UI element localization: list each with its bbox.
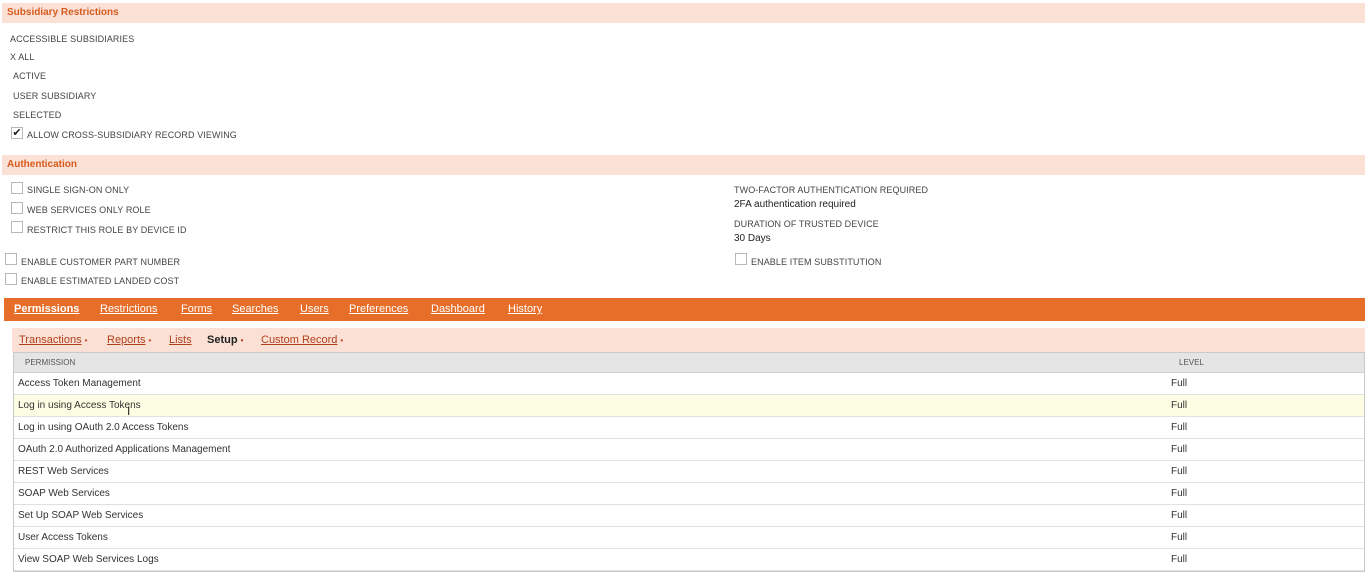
tab-forms[interactable]: Forms xyxy=(181,298,212,321)
table-row[interactable]: View SOAP Web Services Logs Full xyxy=(14,549,1364,571)
permission-cell: User Access Tokens xyxy=(18,532,108,543)
web-services-only-label: WEB SERVICES ONLY ROLE xyxy=(27,205,151,215)
two-factor-label: TWO-FACTOR AUTHENTICATION REQUIRED xyxy=(734,185,929,195)
tab-permissions[interactable]: Permissions xyxy=(14,298,79,321)
item-substitution-label: ENABLE ITEM SUBSTITUTION xyxy=(751,257,882,267)
accessible-subsidiaries-label: ACCESSIBLE SUBSIDIARIES xyxy=(10,34,135,44)
level-cell: Full xyxy=(1171,400,1188,411)
table-row[interactable]: REST Web Services Full xyxy=(14,461,1364,483)
tab-searches[interactable]: Searches xyxy=(232,298,278,321)
permission-cell: Set Up SOAP Web Services xyxy=(18,510,144,521)
bullet-icon: • xyxy=(84,336,88,345)
permission-cell: Access Token Management xyxy=(18,378,141,389)
checkmark-icon: ✔ xyxy=(12,127,22,139)
tab-history[interactable]: History xyxy=(508,298,542,321)
landed-cost-label: ENABLE ESTIMATED LANDED COST xyxy=(21,276,180,286)
level-cell: Full xyxy=(1171,466,1188,477)
permission-cell: View SOAP Web Services Logs xyxy=(18,554,159,565)
trusted-device-label: DURATION OF TRUSTED DEVICE xyxy=(734,219,879,229)
tab-dashboard[interactable]: Dashboard xyxy=(431,298,485,321)
column-header-level[interactable]: LEVEL xyxy=(1179,353,1204,373)
customer-part-number-label: ENABLE CUSTOMER PART NUMBER xyxy=(21,257,181,267)
subsidiary-option-all[interactable]: X ALL xyxy=(10,52,35,62)
subtab-transactions[interactable]: Transactions • xyxy=(19,328,87,352)
subsidiary-option-user-subsidiary[interactable]: USER SUBSIDIARY xyxy=(13,91,96,101)
bullet-icon: • xyxy=(340,336,344,345)
permission-cell: SOAP Web Services xyxy=(18,488,110,499)
level-cell: Full xyxy=(1171,444,1188,455)
table-row[interactable]: Log in using OAuth 2.0 Access Tokens Full xyxy=(14,417,1364,439)
level-cell: Full xyxy=(1171,532,1188,543)
level-cell: Full xyxy=(1171,488,1188,499)
table-row[interactable]: Access Token Management Full xyxy=(14,373,1364,395)
customer-part-number-checkbox[interactable] xyxy=(5,253,17,265)
trusted-device-value: 30 Days xyxy=(734,233,771,244)
subsidiary-restrictions-header: Subsidiary Restrictions xyxy=(2,3,1365,23)
permission-cell: Log in using OAuth 2.0 Access Tokens xyxy=(18,422,189,433)
table-row[interactable]: Log in using Access Tokens Full xyxy=(14,395,1364,417)
subsidiary-option-selected[interactable]: SELECTED xyxy=(13,110,61,120)
tab-restrictions[interactable]: Restrictions xyxy=(100,298,157,321)
table-row[interactable]: Set Up SOAP Web Services Full xyxy=(14,505,1364,527)
two-factor-value: 2FA authentication required xyxy=(734,199,856,210)
table-row[interactable]: OAuth 2.0 Authorized Applications Manage… xyxy=(14,439,1364,461)
bullet-icon: • xyxy=(148,336,152,345)
authentication-header: Authentication xyxy=(2,155,1365,175)
table-row[interactable]: User Access Tokens Full xyxy=(14,527,1364,549)
table-header: PERMISSION LEVEL xyxy=(14,353,1364,373)
subtab-reports[interactable]: Reports • xyxy=(107,328,151,352)
permission-cell: OAuth 2.0 Authorized Applications Manage… xyxy=(18,444,231,455)
level-cell: Full xyxy=(1171,422,1188,433)
item-substitution-checkbox[interactable] xyxy=(735,253,747,265)
permission-cell: Log in using Access Tokens xyxy=(18,400,141,411)
restrict-device-checkbox[interactable] xyxy=(11,221,23,233)
cross-subsidiary-label: ALLOW CROSS-SUBSIDIARY RECORD VIEWING xyxy=(27,130,237,140)
sso-only-label: SINGLE SIGN-ON ONLY xyxy=(27,185,130,195)
tab-preferences[interactable]: Preferences xyxy=(349,298,408,321)
permission-subtab-bar: Transactions • Reports • Lists Setup • Cust… xyxy=(12,328,1365,352)
main-tab-bar: Permissions Restrictions Forms Searches … xyxy=(4,298,1365,321)
column-header-permission[interactable]: PERMISSION xyxy=(25,353,75,373)
subtab-setup[interactable]: Setup • xyxy=(207,328,243,352)
table-row[interactable]: SOAP Web Services Full xyxy=(14,483,1364,505)
web-services-only-checkbox[interactable] xyxy=(11,202,23,214)
subsidiary-option-active[interactable]: ACTIVE xyxy=(13,71,46,81)
bullet-icon: • xyxy=(240,336,244,345)
restrict-device-label: RESTRICT THIS ROLE BY DEVICE ID xyxy=(27,225,187,235)
sso-only-checkbox[interactable] xyxy=(11,182,23,194)
text-cursor-icon: I xyxy=(127,404,131,418)
permission-cell: REST Web Services xyxy=(18,466,109,477)
tab-users[interactable]: Users xyxy=(300,298,329,321)
landed-cost-checkbox[interactable] xyxy=(5,273,17,285)
level-cell: Full xyxy=(1171,378,1188,389)
subtab-custom-record[interactable]: Custom Record • xyxy=(261,328,343,352)
subtab-lists[interactable]: Lists xyxy=(169,328,192,352)
permissions-table: PERMISSION LEVEL Access Token Management… xyxy=(13,352,1365,572)
cross-subsidiary-checkbox[interactable]: ✔ xyxy=(11,127,23,139)
level-cell: Full xyxy=(1171,510,1188,521)
level-cell: Full xyxy=(1171,554,1188,565)
